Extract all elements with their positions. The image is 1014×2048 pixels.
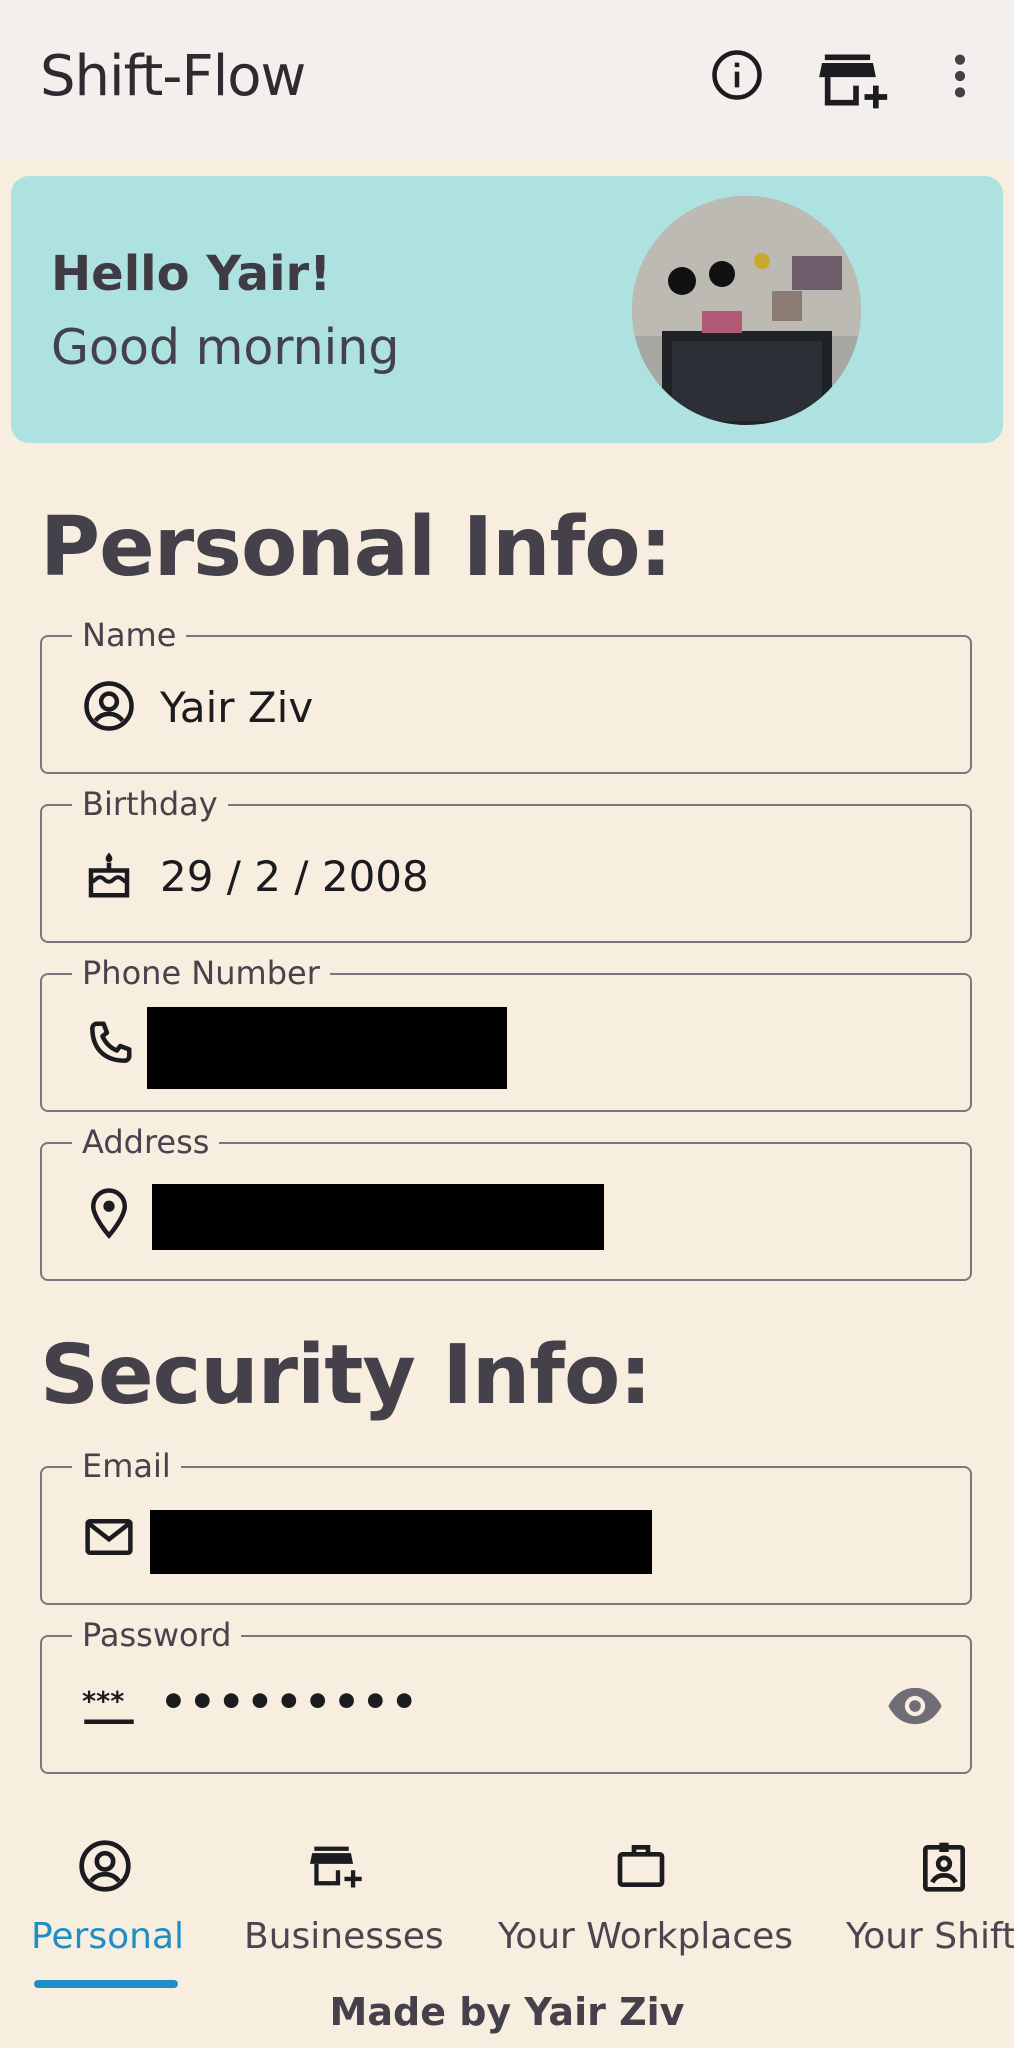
nav-label-shift: Your Shift xyxy=(846,1916,1014,1957)
phone-field[interactable]: Phone Number xyxy=(40,953,972,1112)
email-label: Email xyxy=(72,1446,181,1486)
address-label: Address xyxy=(72,1122,220,1162)
name-value: Yair Ziv xyxy=(160,683,314,732)
nav-item-personal[interactable]: Personal xyxy=(0,1810,210,2000)
password-value: ••••••••• xyxy=(160,1677,420,1726)
more-vert-icon[interactable] xyxy=(940,48,980,104)
avatar-photo xyxy=(632,196,861,425)
mail-icon xyxy=(85,1519,133,1555)
greeting-subtitle: Good morning xyxy=(51,319,400,376)
app-bar: Shift-Flow xyxy=(0,0,1014,158)
cake-icon xyxy=(88,852,130,898)
footer-credit: Made by Yair Ziv xyxy=(329,1990,685,2034)
nav-label-workplaces: Your Workplaces xyxy=(498,1916,794,1957)
work-icon xyxy=(617,1845,665,1887)
visibility-icon[interactable] xyxy=(886,1681,944,1731)
phone-icon xyxy=(90,1021,132,1063)
security-info-title: Security Info: xyxy=(40,1328,652,1423)
info-icon[interactable] xyxy=(710,48,764,102)
location-pin-icon xyxy=(90,1188,128,1239)
nav-active-indicator xyxy=(34,1980,178,1988)
password-icon: *** xyxy=(82,1687,134,1724)
email-field[interactable]: Email xyxy=(40,1446,972,1605)
badge-icon xyxy=(923,1842,965,1892)
phone-value-redacted xyxy=(147,1007,507,1089)
greeting-hello: Hello Yair! xyxy=(51,246,332,302)
name-field[interactable]: Name Yair Ziv xyxy=(40,615,972,774)
address-field[interactable]: Address xyxy=(40,1122,972,1281)
birthday-field[interactable]: Birthday 29 / 2 / 2008 xyxy=(40,784,972,943)
password-field[interactable]: Password *** ••••••••• xyxy=(40,1615,972,1774)
nav-label-personal: Personal xyxy=(31,1916,185,1957)
greeting-card: Hello Yair! Good morning xyxy=(11,176,1003,443)
app-title: Shift-Flow xyxy=(40,44,306,109)
personal-info-title: Personal Info: xyxy=(40,500,672,595)
address-value-redacted xyxy=(152,1184,604,1250)
birthday-value: 29 / 2 / 2008 xyxy=(160,852,429,901)
nav-item-businesses[interactable]: Businesses xyxy=(220,1810,460,2000)
phone-label: Phone Number xyxy=(72,953,330,993)
birthday-label: Birthday xyxy=(72,784,228,824)
email-value-redacted xyxy=(150,1510,652,1574)
nav-item-workplaces[interactable]: Your Workplaces xyxy=(480,1810,800,2000)
add-business-icon xyxy=(310,1846,362,1888)
avatar[interactable] xyxy=(632,196,861,425)
name-label: Name xyxy=(72,615,187,655)
nav-item-shift[interactable]: Your Shift xyxy=(830,1810,1014,2000)
add-business-icon[interactable] xyxy=(818,46,894,114)
password-label: Password xyxy=(72,1615,242,1655)
svg-text:***: *** xyxy=(82,1687,124,1718)
account-circle-icon xyxy=(79,1840,131,1892)
nav-label-businesses: Businesses xyxy=(244,1916,444,1957)
account-circle-icon xyxy=(84,681,134,731)
